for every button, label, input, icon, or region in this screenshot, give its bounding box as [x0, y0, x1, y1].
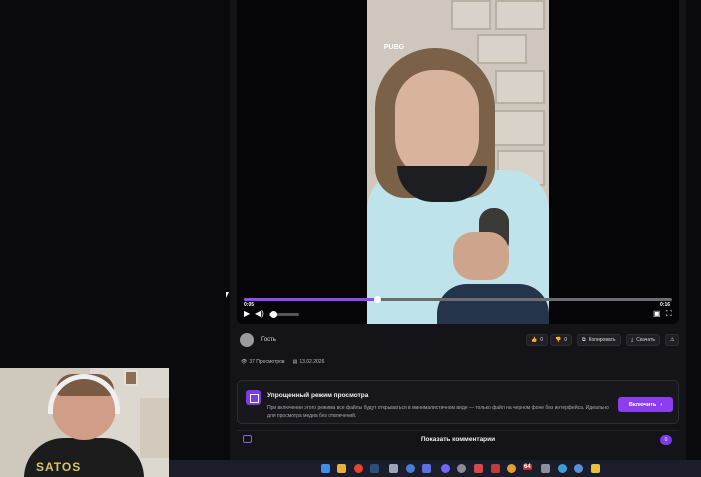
- date-stat: ▤ 13.02.2026: [293, 359, 325, 365]
- app-icon[interactable]: [457, 464, 466, 473]
- app-icon[interactable]: [474, 464, 483, 473]
- brick: [477, 34, 527, 64]
- play-icon[interactable]: ▶: [244, 310, 250, 318]
- volume-icon[interactable]: ◀): [255, 310, 264, 318]
- webcam-shelf: [140, 398, 169, 458]
- person-leg: [437, 284, 549, 324]
- calendar-icon: ▤: [292, 359, 298, 365]
- app-icon[interactable]: [591, 464, 600, 473]
- chrome-icon[interactable]: [354, 464, 363, 473]
- app-icon[interactable]: [558, 464, 567, 473]
- enable-simple-mode-button[interactable]: Включить ›: [618, 397, 673, 412]
- volume-slider[interactable]: [269, 311, 299, 318]
- eye-icon: 👁: [241, 359, 248, 365]
- duration: 0:16: [660, 302, 671, 308]
- show-comments-label[interactable]: Показать комментарии: [237, 436, 679, 443]
- app-icon[interactable]: [406, 464, 415, 473]
- download-label: Скачать: [636, 337, 655, 343]
- author-name[interactable]: Гость: [261, 337, 276, 343]
- picture-in-picture-icon[interactable]: ▣: [653, 310, 661, 318]
- progress-handle[interactable]: [373, 296, 381, 303]
- shirt-print: SATOS: [36, 460, 82, 474]
- views-stat: 👁 37 Просмотров: [241, 359, 285, 365]
- app-icon[interactable]: [541, 464, 550, 473]
- mouse-cursor: [226, 292, 229, 298]
- avatar[interactable]: [240, 333, 254, 347]
- dislike-button[interactable]: 👎 0: [550, 334, 573, 346]
- discord-icon[interactable]: [441, 464, 450, 473]
- brick: [487, 110, 545, 146]
- person-face: [395, 70, 479, 180]
- progress-fill: [244, 298, 377, 301]
- simple-mode-icon: [246, 390, 261, 405]
- download-icon: ⤓: [631, 337, 634, 343]
- taskbar-badge[interactable]: 64: [523, 464, 532, 470]
- show-comments-bar[interactable]: Показать комментарии 0: [237, 430, 679, 448]
- fullscreen-icon[interactable]: ⛶: [666, 310, 672, 318]
- current-time: 0:05: [244, 302, 255, 308]
- file-explorer-icon[interactable]: [337, 464, 346, 473]
- copy-button[interactable]: ⧉ Копировать: [577, 334, 621, 346]
- thumbs-up-icon: 👍: [531, 337, 538, 343]
- app-icon[interactable]: [422, 464, 431, 473]
- like-button[interactable]: 👍 0: [526, 334, 549, 346]
- webcam-picture-frame: [124, 370, 138, 386]
- pubg-logo-text: PUBG: [383, 44, 405, 51]
- steam-icon[interactable]: [370, 464, 379, 473]
- app-icon[interactable]: [491, 464, 500, 473]
- brick: [495, 70, 545, 104]
- pubg-logo: PUBG: [381, 44, 407, 64]
- simple-mode-panel: Упрощенный режим просмотра При включении…: [237, 380, 679, 424]
- post-date: 13.02.2026: [299, 359, 325, 365]
- person-hand: [453, 232, 509, 280]
- webcam-overlay: SATOS: [0, 368, 169, 477]
- simple-mode-title: Упрощенный режим просмотра: [267, 392, 369, 399]
- app-icon[interactable]: [507, 464, 516, 473]
- page: PUBG 0:05 0:16 ▶ ◀) ▣ ⛶ Гость 👍 0 👎 0 ⧉ Коп…: [0, 0, 701, 477]
- brick: [495, 0, 545, 30]
- progress-bar[interactable]: [244, 296, 672, 303]
- copy-icon: ⧉: [582, 337, 586, 343]
- report-button[interactable]: ⚠: [665, 334, 680, 346]
- taskbar: 64: [169, 460, 701, 477]
- video-player[interactable]: PUBG 0:05 0:16 ▶ ◀) ▣ ⛶: [237, 0, 679, 324]
- video-frame[interactable]: PUBG: [367, 0, 549, 324]
- comments-count-badge: 0: [660, 435, 672, 445]
- post-info-bar: Гость 👍 0 👎 0 ⧉ Копировать ⤓ Скачать ⚠: [237, 331, 680, 351]
- app-icon[interactable]: [389, 464, 398, 473]
- chevron-right-icon: ›: [660, 401, 663, 408]
- simple-mode-description: При включении этого режима все файлы буд…: [267, 405, 609, 419]
- brick: [451, 0, 491, 30]
- like-count: 0: [540, 337, 544, 343]
- app-icon[interactable]: [574, 464, 583, 473]
- thumbs-down-icon: 👎: [555, 337, 562, 343]
- views-count: 37 Просмотров: [249, 359, 285, 365]
- post-meta: 👁 37 Просмотров ▤ 13.02.2026: [241, 359, 324, 365]
- dislike-count: 0: [564, 337, 568, 343]
- copy-label: Копировать: [588, 337, 616, 343]
- volume-handle[interactable]: [269, 311, 277, 318]
- warning-icon: ⚠: [670, 337, 675, 343]
- enable-label: Включить: [628, 401, 657, 408]
- download-button[interactable]: ⤓ Скачать: [626, 334, 660, 346]
- start-icon[interactable]: [321, 464, 330, 473]
